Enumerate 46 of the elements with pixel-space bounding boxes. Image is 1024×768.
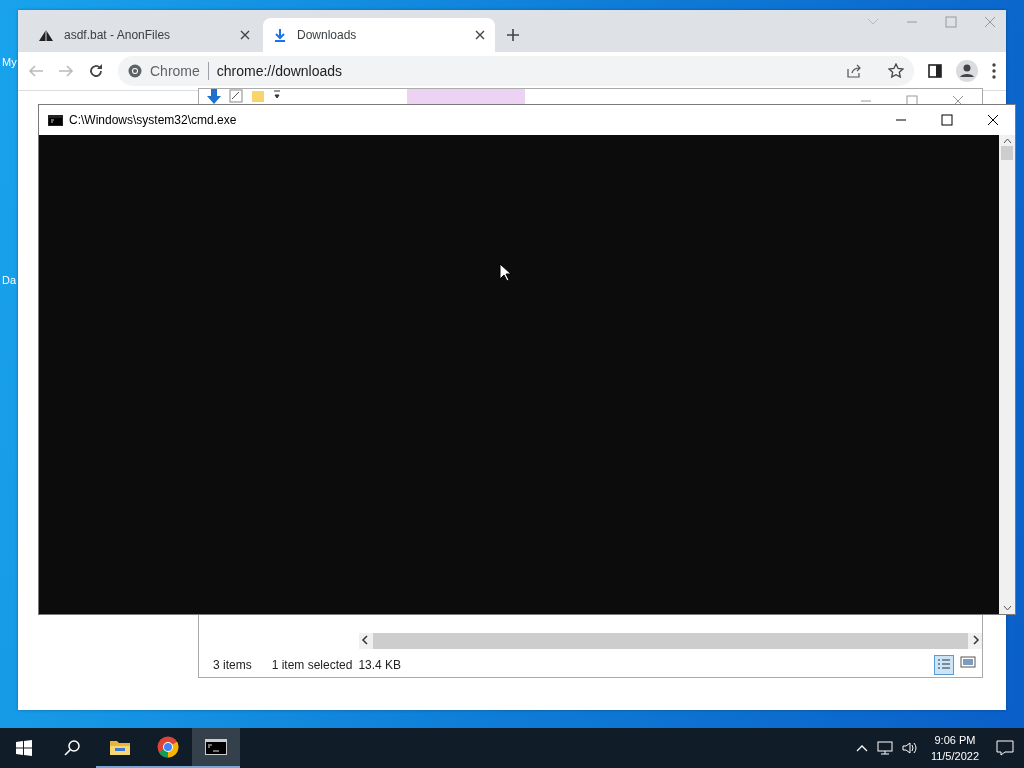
ship-icon [38, 28, 54, 42]
profile-avatar-icon[interactable] [956, 60, 978, 82]
clock-time[interactable]: 9:06 PM [934, 732, 976, 748]
address-bar[interactable]: Chrome chrome://downloads [118, 56, 914, 86]
more-menu-icon[interactable] [992, 63, 996, 79]
item-count: 3 items [213, 658, 252, 672]
browser-tab[interactable]: Downloads [263, 18, 495, 52]
scroll-left-icon[interactable] [361, 635, 369, 645]
browser-tab[interactable]: asdf.bat - AnonFiles [28, 18, 260, 52]
share-icon[interactable] [846, 64, 862, 78]
selection-size: 13.4 KB [358, 658, 402, 672]
window-title: C:\Windows\system32\cmd.exe [69, 113, 237, 127]
large-icons-view-icon[interactable] [960, 655, 976, 669]
mouse-pointer-icon [499, 263, 511, 281]
folder-icon[interactable] [109, 738, 131, 756]
chrome-logo-icon [128, 64, 142, 78]
scrollbar-thumb[interactable] [1001, 146, 1013, 160]
download-icon [273, 28, 287, 42]
details-view-icon[interactable] [934, 655, 954, 675]
scroll-down-icon[interactable] [1002, 605, 1012, 611]
network-icon[interactable] [876, 741, 893, 755]
close-icon[interactable] [475, 30, 485, 40]
site-label: Chrome [150, 63, 200, 79]
dropdown-icon[interactable] [273, 89, 281, 99]
selection-status: 1 item selected [271, 658, 353, 672]
console-icon[interactable] [205, 739, 227, 755]
plus-icon[interactable] [506, 28, 520, 42]
side-panel-icon[interactable] [928, 64, 942, 78]
download-arrow-icon [207, 89, 221, 105]
search-icon[interactable] [64, 740, 80, 756]
star-icon[interactable] [888, 63, 904, 79]
speaker-icon[interactable] [901, 741, 918, 755]
start-windows-icon[interactable] [16, 740, 32, 756]
close-icon[interactable] [987, 114, 999, 126]
scroll-up-icon[interactable] [1002, 138, 1012, 144]
clock-date[interactable]: 11/5/2022 [930, 748, 979, 764]
notification-icon[interactable] [996, 740, 1014, 756]
reload-icon[interactable] [88, 63, 104, 79]
console-icon [48, 114, 63, 126]
chrome-logo-icon[interactable] [157, 736, 179, 758]
url-text: chrome://downloads [216, 63, 344, 79]
close-icon[interactable] [240, 30, 250, 40]
scroll-right-icon[interactable] [972, 635, 980, 645]
chevron-up-icon[interactable] [855, 744, 868, 752]
properties-icon[interactable] [229, 89, 243, 103]
maximize-icon[interactable] [941, 114, 953, 126]
